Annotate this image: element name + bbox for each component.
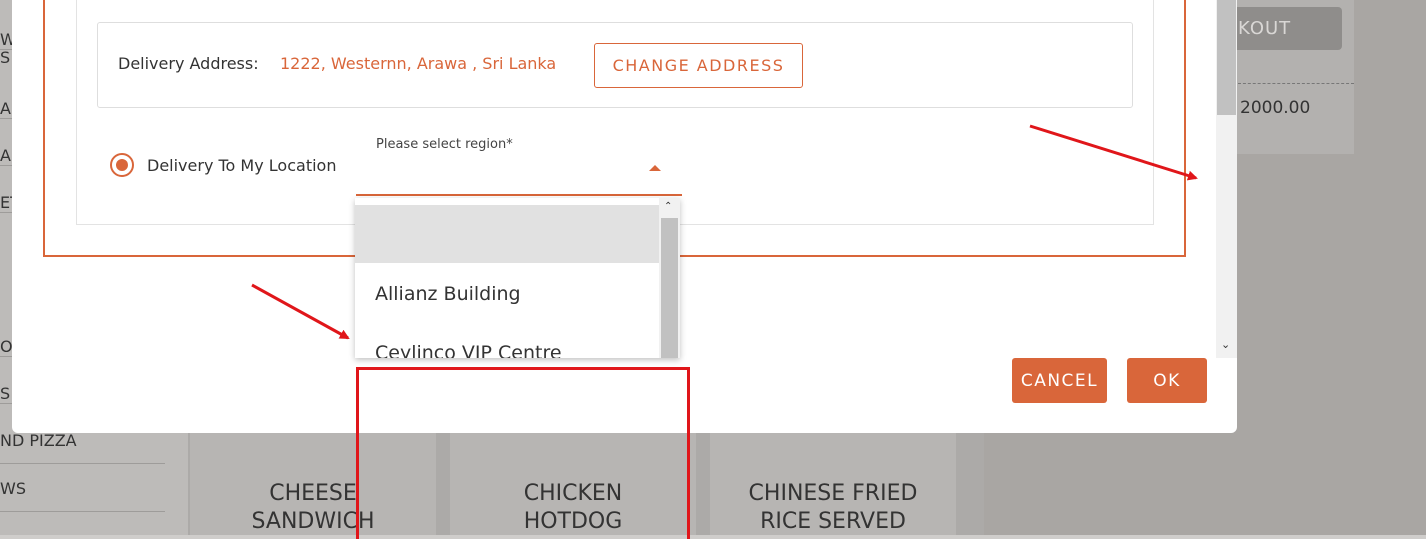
region-dropdown-list[interactable]: Allianz Building Ceylinco VIP Centre ⌃: [355, 198, 680, 358]
delivery-to-location-label[interactable]: Delivery To My Location: [147, 156, 336, 175]
sidebar-item: WS: [0, 479, 165, 512]
region-option[interactable]: Ceylinco VIP Centre: [375, 342, 562, 358]
address-card: Delivery Address: 1222, Westernn, Arawa …: [97, 22, 1133, 108]
cart-divider: [1238, 83, 1354, 84]
dropdown-scrollbar-thumb[interactable]: [661, 218, 678, 358]
chevron-up-icon[interactable]: ⌃: [664, 201, 672, 212]
menu-card-title: RICE SERVED: [760, 509, 906, 534]
ok-button[interactable]: OK: [1127, 358, 1207, 403]
annotation-highlight-box: [356, 367, 690, 539]
region-option-empty[interactable]: [355, 205, 659, 263]
region-option[interactable]: Allianz Building: [375, 283, 521, 305]
delivery-options-panel: Delivery Address: 1222, Westernn, Arawa …: [76, 0, 1154, 225]
menu-card-title: CHINESE FRIED: [748, 481, 918, 506]
chevron-down-icon[interactable]: ⌄: [1221, 338, 1230, 351]
modal-scrollbar-thumb[interactable]: [1217, 0, 1236, 115]
delivery-to-location-radio[interactable]: [110, 153, 134, 177]
modal-scrollbar[interactable]: ⌄: [1216, 0, 1237, 358]
delivery-address-value: 1222, Westernn, Arawa , Sri Lanka: [280, 54, 557, 73]
delivery-address-label: Delivery Address:: [118, 54, 259, 73]
caret-up-icon: [649, 165, 661, 171]
sidebar-item: ND PIZZA: [0, 431, 165, 464]
menu-card: CHINESE FRIED RICE SERVED: [710, 420, 956, 539]
radio-selected-dot: [116, 159, 128, 171]
region-select-label: Please select region*: [376, 137, 513, 152]
page-scrollbar[interactable]: [0, 535, 1426, 539]
dropdown-scrollbar[interactable]: ⌃: [659, 198, 680, 358]
region-select[interactable]: [356, 152, 682, 196]
cancel-button[interactable]: CANCEL: [1012, 358, 1107, 403]
change-address-button[interactable]: CHANGE ADDRESS: [594, 43, 803, 88]
cart-total: 2000.00: [1240, 98, 1311, 118]
